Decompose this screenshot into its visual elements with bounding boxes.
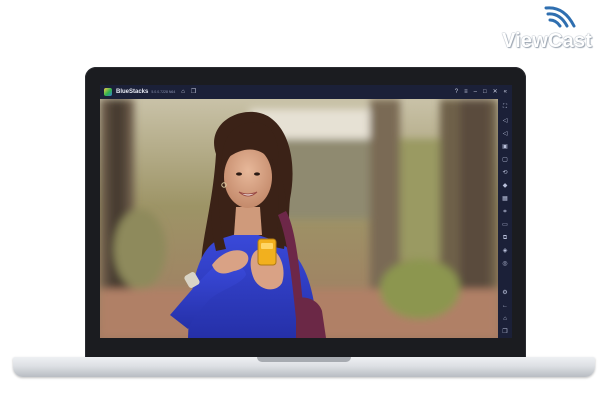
eco-icon[interactable]: ◎	[501, 260, 509, 268]
app-version: 5.0.0.7228 N64	[151, 90, 176, 94]
recents-icon[interactable]: ❐	[501, 328, 509, 336]
screenshot-icon[interactable]: ⌗	[501, 208, 509, 216]
logo-text: ViewCast	[502, 30, 593, 52]
screen-lock-icon[interactable]: ▢	[501, 156, 509, 164]
home-icon[interactable]: ⌂	[501, 315, 509, 323]
window-titlebar: BlueStacks 5.0.0.7228 N64 ⌂ ❐ ? ≡ – □ ✕ …	[100, 85, 512, 99]
copy-icon[interactable]: ⧉	[501, 234, 509, 242]
rotate-icon[interactable]: ⟲	[501, 169, 509, 177]
menu-icon[interactable]: ≡	[464, 89, 468, 95]
multi-instance-icon[interactable]: ❐	[191, 89, 196, 95]
home-icon[interactable]: ⌂	[181, 89, 185, 95]
volume-up-icon[interactable]: ◁	[501, 117, 509, 125]
viewcast-logo: ViewCast	[498, 4, 598, 52]
window-controls: ? ≡ – □ ✕ «	[455, 89, 512, 95]
keyboard-icon[interactable]: ▦	[501, 195, 509, 203]
settings-icon[interactable]: ⚙	[501, 289, 509, 297]
folder-icon[interactable]: ▭	[501, 221, 509, 229]
layers-icon[interactable]: ◈	[501, 247, 509, 255]
woman-with-phone-photo	[100, 99, 498, 338]
laptop-notch	[257, 357, 351, 362]
minimize-icon[interactable]: –	[474, 89, 477, 95]
app-name: BlueStacks	[116, 89, 149, 95]
broadcast-waves-icon	[544, 6, 576, 28]
maximize-icon[interactable]: □	[483, 89, 487, 95]
collapse-sidebar-icon[interactable]: «	[504, 89, 507, 95]
bluestacks-logo-icon	[104, 88, 112, 96]
app-content-area[interactable]	[100, 99, 498, 338]
fullscreen-icon[interactable]: ⛶	[501, 103, 509, 111]
bluestacks-sidebar: ⛶ ◁ ◁ ▣ ▢ ⟲ ◆ ▦ ⌗ ▭ ⧉ ◈ ◎ ⚙ ← ⌂ ❐	[498, 99, 512, 338]
back-icon[interactable]: ←	[501, 302, 509, 310]
laptop-screen: BlueStacks 5.0.0.7228 N64 ⌂ ❐ ? ≡ – □ ✕ …	[100, 85, 512, 338]
video-icon[interactable]: ▣	[501, 143, 509, 151]
close-icon[interactable]: ✕	[493, 89, 498, 95]
volume-down-icon[interactable]: ◁	[501, 130, 509, 138]
help-icon[interactable]: ?	[455, 89, 458, 95]
shake-icon[interactable]: ◆	[501, 182, 509, 190]
